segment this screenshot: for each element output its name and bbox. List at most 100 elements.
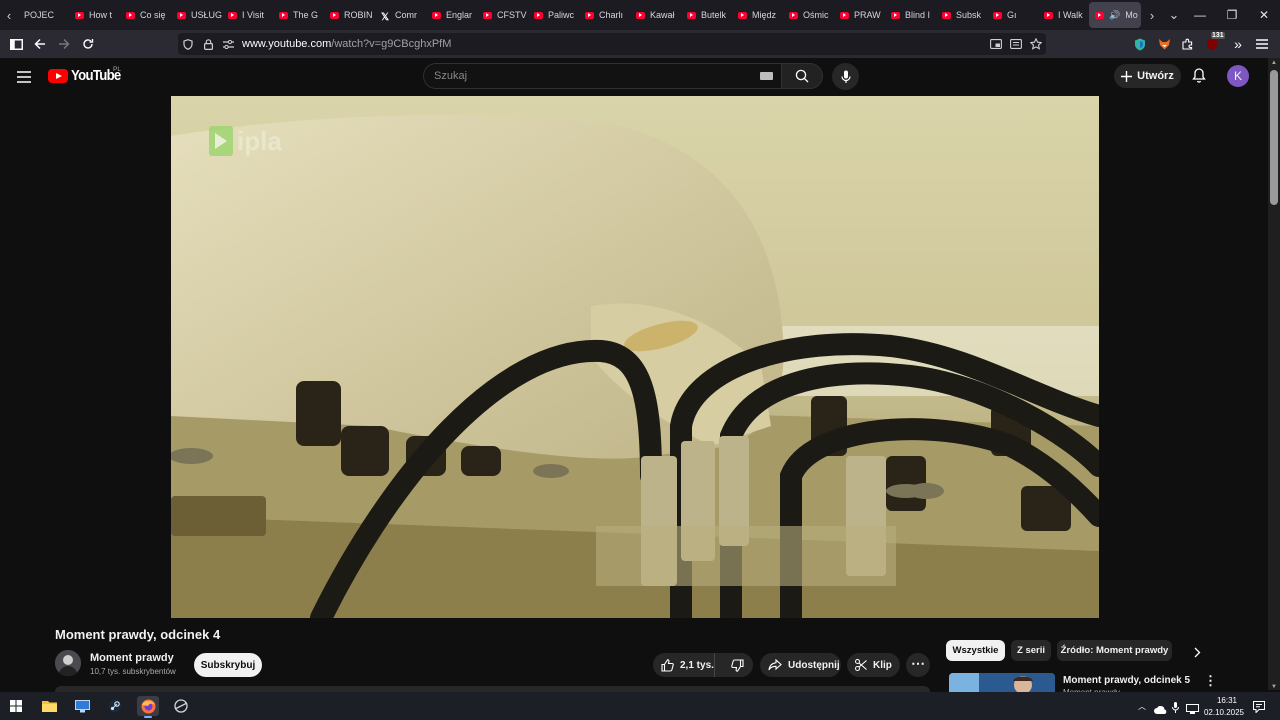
browser-tab[interactable]: Co się	[120, 0, 171, 30]
up-next-title[interactable]: Moment prawdy, odcinek 5	[1063, 675, 1190, 686]
bookmark-star-icon[interactable]	[1026, 33, 1046, 55]
browser-toolbar: www.youtube.com/watch?v=g9CBcghxPfM 131 …	[0, 30, 1280, 58]
firefox-icon[interactable]	[137, 696, 159, 718]
chip-all[interactable]: Wszystkie	[946, 640, 1005, 661]
browser-tab[interactable]: Subsk	[936, 0, 987, 30]
browser-tab[interactable]: Englar	[426, 0, 477, 30]
browser-tab[interactable]: Charlı	[579, 0, 630, 30]
browser-tab[interactable]: ROBIN	[324, 0, 375, 30]
guide-menu-icon[interactable]	[17, 70, 31, 88]
overflow-chevrons-icon[interactable]: »	[1226, 30, 1250, 58]
file-explorer-icon[interactable]	[38, 696, 60, 716]
share-label: Udostępnij	[788, 659, 840, 671]
picture-in-picture-icon[interactable]	[986, 33, 1006, 55]
share-button[interactable]: Udostępnij	[760, 653, 841, 677]
browser-tab[interactable]: USŁUG	[171, 0, 222, 30]
windows-start-icon[interactable]	[5, 696, 27, 716]
more-actions-button[interactable]: ⋯	[906, 653, 930, 677]
account-avatar[interactable]: K	[1227, 65, 1249, 87]
back-icon[interactable]	[28, 30, 52, 58]
forward-icon[interactable]	[52, 30, 76, 58]
scissors-icon	[855, 659, 867, 671]
microphone-tray-icon[interactable]	[1172, 700, 1179, 718]
chips-next-chevron-icon[interactable]	[1194, 645, 1201, 663]
up-next-thumbnail[interactable]	[949, 673, 1055, 692]
search-button[interactable]	[781, 63, 823, 89]
reload-icon[interactable]	[76, 30, 100, 58]
create-button[interactable]: Utwórz	[1114, 64, 1181, 88]
channel-avatar[interactable]	[55, 650, 81, 676]
sidebar-toggle-icon[interactable]	[4, 30, 28, 58]
lock-icon[interactable]	[198, 33, 218, 55]
youtube-favicon-icon	[534, 11, 543, 19]
subscribe-button[interactable]: Subskrybuj	[194, 653, 262, 677]
up-next-menu-icon[interactable]: ⋮	[1204, 673, 1217, 689]
youtube-logo-icon[interactable]	[48, 69, 68, 83]
permissions-icon[interactable]	[218, 33, 238, 55]
tab-title: Co się	[140, 10, 166, 20]
youtube-favicon-icon	[432, 11, 441, 19]
like-button[interactable]: 2,1 tys.	[653, 653, 716, 677]
network-icon[interactable]	[1186, 701, 1199, 719]
browser-tab[interactable]: Ośmic	[783, 0, 834, 30]
clip-button[interactable]: Klip	[847, 653, 900, 677]
channel-name[interactable]: Moment prawdy	[90, 652, 174, 664]
speaker-playing-icon[interactable]: 🔊	[1109, 10, 1120, 21]
extensions-puzzle-icon[interactable]	[1176, 30, 1200, 58]
browser-tab[interactable]: Blind I	[885, 0, 936, 30]
chip-source-channel[interactable]: Źródło: Moment prawdy	[1057, 640, 1172, 661]
search-input[interactable]: Szukaj	[423, 63, 781, 89]
browser-tab[interactable]: Gı	[987, 0, 1038, 30]
dislike-button[interactable]	[721, 653, 753, 677]
like-count: 2,1 tys.	[680, 659, 714, 671]
scroll-up-arrow-icon[interactable]: ▲	[1271, 60, 1277, 66]
browser-tab[interactable]: How t	[69, 0, 120, 30]
scrollbar-thumb[interactable]	[1270, 70, 1278, 205]
browser-tab[interactable]: CFSTV	[477, 0, 528, 30]
page-scrollbar[interactable]: ▲ ▼	[1268, 58, 1280, 690]
tabs-scroll-right-icon[interactable]: ›	[1143, 0, 1161, 30]
ublock-extension-icon[interactable]: 131	[1200, 30, 1225, 58]
gamepad-app-icon[interactable]	[170, 696, 192, 716]
tabs-scroll-left-icon[interactable]: ‹	[0, 0, 18, 30]
browser-tab-strip: ‹ POJEC How t Co się USŁUG I Visit The G ROBIN…	[0, 0, 1280, 30]
remote-desktop-icon[interactable]	[71, 696, 93, 716]
share-arrow-icon	[768, 659, 782, 671]
tab-title: Ośmic	[803, 10, 829, 20]
restore-button[interactable]: ❐	[1216, 0, 1248, 30]
steam-icon[interactable]	[104, 696, 126, 716]
video-player[interactable]: ipla	[171, 96, 1099, 618]
browser-tab-active[interactable]: 🔊 Mo	[1089, 2, 1141, 28]
close-window-button[interactable]: ✕	[1248, 0, 1280, 30]
reader-view-icon[interactable]	[1006, 33, 1026, 55]
browser-tab[interactable]: Butelk	[681, 0, 732, 30]
minimize-button[interactable]: —	[1184, 0, 1216, 30]
chip-from-series[interactable]: Z serii	[1011, 640, 1051, 661]
onedrive-cloud-icon[interactable]	[1154, 701, 1167, 719]
browser-tab[interactable]: POJEC	[18, 0, 69, 30]
browser-tab[interactable]: I Visit	[222, 0, 273, 30]
browser-tab[interactable]: Międz	[732, 0, 783, 30]
voice-search-button[interactable]	[832, 63, 859, 90]
tray-overflow-chevron-icon[interactable]: ︿	[1138, 701, 1146, 712]
clock-date[interactable]: 02.10.2025	[1199, 708, 1249, 717]
clock-time[interactable]: 16:31	[1207, 696, 1247, 705]
scroll-down-arrow-icon[interactable]: ▼	[1271, 684, 1277, 690]
tracking-protection-shield-icon[interactable]	[178, 33, 198, 55]
url-text[interactable]: www.youtube.com/watch?v=g9CBcghxPfM	[242, 38, 451, 50]
tab-title: The G	[293, 10, 319, 20]
browser-tab[interactable]: The G	[273, 0, 324, 30]
keyboard-icon[interactable]	[760, 72, 773, 80]
notifications-bell-icon[interactable]	[1192, 68, 1206, 88]
app-menu-hamburger-icon[interactable]	[1250, 30, 1274, 58]
browser-tab[interactable]: Paliwc	[528, 0, 579, 30]
browser-tab[interactable]: Kawał	[630, 0, 681, 30]
browser-tab[interactable]: PRAW	[834, 0, 885, 30]
list-all-tabs-chevron-icon[interactable]: ⌄	[1165, 0, 1183, 30]
browser-tab[interactable]: 𝕏 Comr	[375, 0, 426, 30]
vpn-extension-icon[interactable]	[1128, 30, 1152, 58]
fox-extension-icon[interactable]	[1152, 30, 1176, 58]
address-bar[interactable]: www.youtube.com/watch?v=g9CBcghxPfM	[178, 33, 1046, 55]
notifications-center-icon[interactable]	[1253, 700, 1265, 718]
browser-tab[interactable]: I Walk	[1038, 0, 1089, 30]
